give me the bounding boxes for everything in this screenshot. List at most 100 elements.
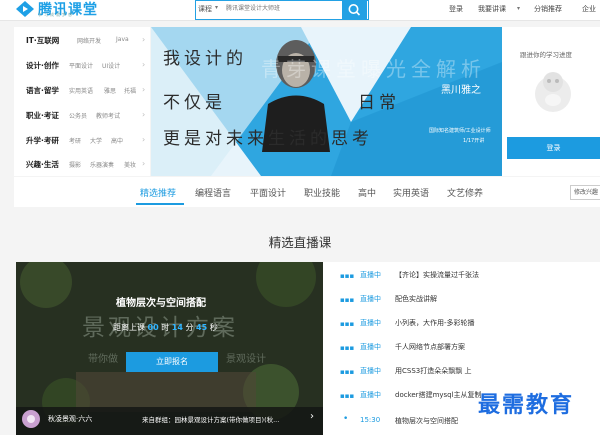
live-list-item[interactable]: ▪▪▪ 直播中 配色实战讲解 xyxy=(323,286,600,310)
category-sub-link[interactable]: 教师考试 xyxy=(96,111,120,120)
live-signal-icon: ▪▪▪ xyxy=(340,296,355,304)
countdown-unit-min: 分 xyxy=(185,323,194,332)
live-signal-icon: ▪▪▪ xyxy=(340,392,355,400)
scheduled-dot-icon: • xyxy=(343,414,349,424)
countdown-timer: 距离上课 00 时 14 分 45 秒 xyxy=(113,322,218,333)
thumbnail-bg-sub: 带你做 xyxy=(88,354,118,365)
banner-line-3: 更是对未来生活的思考 xyxy=(163,129,373,149)
tab-graphic-design[interactable]: 平面设计 xyxy=(250,186,286,199)
search-category-select[interactable]: 课程 xyxy=(198,4,212,14)
category-language[interactable]: 语言·留学 实用英语 雅思 托福 › xyxy=(14,79,150,103)
live-title: 千人网络节点部署方案 xyxy=(395,343,465,351)
live-status: 直播中 xyxy=(360,367,381,375)
watermark-text: 最需教育 xyxy=(478,393,575,418)
category-career[interactable]: 职业·考证 公务员 教师考试 › xyxy=(14,104,150,128)
chevron-down-icon[interactable]: ▾ xyxy=(517,5,520,12)
countdown-prefix: 距离上课 xyxy=(113,323,145,332)
category-sub-link[interactable]: 高中 xyxy=(111,136,123,145)
register-button[interactable]: 立即报名 xyxy=(126,352,218,372)
live-signal-icon: ▪▪▪ xyxy=(340,272,355,280)
chevron-down-icon[interactable]: ▾ xyxy=(215,4,218,11)
tab-arts[interactable]: 文艺修养 xyxy=(447,186,483,199)
live-title: 【齐论】实操流量过千张法 xyxy=(395,271,479,279)
category-sub-link[interactable]: 实用英语 xyxy=(69,86,93,95)
edit-interest-button[interactable]: 修改兴趣 xyxy=(570,185,600,200)
countdown-days: 00 xyxy=(147,323,159,332)
thumbnail-bg-sub-2: 景观设计 xyxy=(226,354,266,365)
category-sub-link[interactable]: 网络开发 xyxy=(77,36,101,45)
category-exam[interactable]: 升学·考研 考研 大学 高中 › xyxy=(14,129,150,153)
hero-banner[interactable]: 青芽课堂曝光全解析 我设计的 不仅是 日常 更是对未来生活的思考 黑川雅之 国际… xyxy=(151,27,502,176)
nav-distribution-link[interactable]: 分销推荐 xyxy=(534,4,562,14)
nav-login-link[interactable]: 登录 xyxy=(449,4,463,14)
live-title: 用CSS3打造朵朵飘飘 上 xyxy=(395,367,472,375)
live-title: docker搭建mysql主从复制 xyxy=(395,391,482,399)
live-list-item[interactable]: ▪▪▪ 直播中 【齐论】实操流量过千张法 xyxy=(323,262,600,286)
teacher-name[interactable]: 秋凌景观·六六 xyxy=(48,414,92,424)
chevron-right-icon[interactable]: › xyxy=(310,411,314,422)
tab-career-skills[interactable]: 职业技能 xyxy=(304,186,340,199)
category-it[interactable]: IT·互联网 网络开发 Java › xyxy=(14,29,150,53)
live-status: 直播中 xyxy=(360,391,381,399)
tab-english[interactable]: 实用英语 xyxy=(393,186,429,199)
category-sub-link[interactable]: 公务员 xyxy=(69,111,87,120)
tab-high-school[interactable]: 高中 xyxy=(358,186,376,199)
category-design[interactable]: 设计·创作 平面设计 UI设计 › xyxy=(14,54,150,78)
live-title: 植物层次与空间搭配 xyxy=(395,417,458,425)
category-sub-link[interactable]: 大学 xyxy=(90,136,102,145)
category-sub-link[interactable]: 平面设计 xyxy=(69,61,93,70)
nav-teach-link[interactable]: 我要讲课 xyxy=(478,4,506,14)
category-sub-link[interactable]: 乐器演奏 xyxy=(90,160,114,169)
banner-line-2b: 日常 xyxy=(358,93,400,113)
live-signal-icon: ▪▪▪ xyxy=(340,344,355,352)
event-date: 1/17开讲 xyxy=(463,138,485,144)
logo-slogan: 学习成就梦想 xyxy=(38,12,74,17)
search-input[interactable] xyxy=(226,2,336,15)
live-list-item[interactable]: ▪▪▪ 直播中 千人网络节点部署方案 xyxy=(323,334,600,358)
live-signal-icon: ▪▪▪ xyxy=(340,368,355,376)
countdown-hours: 14 xyxy=(171,323,183,332)
countdown-unit-day: 时 xyxy=(161,323,170,332)
logo-icon[interactable] xyxy=(16,1,34,17)
category-title: 设计·创作 xyxy=(26,61,59,70)
category-sub-link[interactable]: 考研 xyxy=(69,136,81,145)
course-group-link[interactable]: 来自群组：园林景观设计方案(带你做项目)(秋... xyxy=(142,414,314,424)
tab-recommended[interactable]: 精选推荐 xyxy=(140,186,176,199)
banner-line-1: 我设计的 xyxy=(163,49,247,69)
live-status: 直播中 xyxy=(360,295,381,303)
nav-enterprise-link[interactable]: 企业 xyxy=(582,4,596,14)
speaker-name: 黑川雅之 xyxy=(441,85,481,96)
category-sub-link[interactable]: UI设计 xyxy=(102,61,120,70)
live-status: 直播中 xyxy=(360,271,381,279)
category-title: 升学·考研 xyxy=(26,136,59,145)
live-list-item[interactable]: ▪▪▪ 直播中 小列表，大作用-多彩轮播 xyxy=(323,310,600,334)
category-sub-link[interactable]: 美妆 xyxy=(124,160,136,169)
speaker-title: 国际知名建筑师/工业设计师 xyxy=(429,128,491,134)
tab-programming[interactable]: 编程语言 xyxy=(195,186,231,199)
category-panel: IT·互联网 网络开发 Java › 设计·创作 平面设计 UI设计 › 语言·… xyxy=(14,27,150,176)
category-title: 职业·考证 xyxy=(26,111,59,120)
teacher-avatar[interactable] xyxy=(22,410,40,428)
chevron-right-icon: › xyxy=(142,85,146,94)
category-sub-link[interactable]: 雅思 xyxy=(104,86,116,95)
active-tab-indicator xyxy=(136,203,184,205)
category-title: 兴趣·生活 xyxy=(26,160,59,169)
search-icon xyxy=(348,4,361,16)
live-signal-icon: ▪▪▪ xyxy=(340,320,355,328)
live-title: 配色实战讲解 xyxy=(395,295,437,303)
category-sub-link[interactable]: 摄影 xyxy=(69,160,81,169)
live-list-item[interactable]: ▪▪▪ 直播中 用CSS3打造朵朵飘飘 上 xyxy=(323,358,600,382)
live-title: 小列表，大作用-多彩轮播 xyxy=(395,319,475,327)
search-button[interactable] xyxy=(342,0,367,20)
banner-line-2: 不仅是 xyxy=(163,93,226,113)
chevron-right-icon: › xyxy=(142,110,146,119)
live-status: 直播中 xyxy=(360,319,381,327)
login-button[interactable]: 登录 xyxy=(507,137,600,159)
countdown-minutes: 45 xyxy=(196,323,208,332)
section-title: 精选直播课 xyxy=(268,235,332,250)
chevron-right-icon: › xyxy=(142,60,146,69)
category-hobby[interactable]: 兴趣·生活 摄影 乐器演奏 美妆 › xyxy=(14,153,150,177)
chevron-right-icon: › xyxy=(142,159,146,168)
category-sub-link[interactable]: 托福 xyxy=(124,86,136,95)
category-sub-link[interactable]: Java xyxy=(116,36,129,43)
